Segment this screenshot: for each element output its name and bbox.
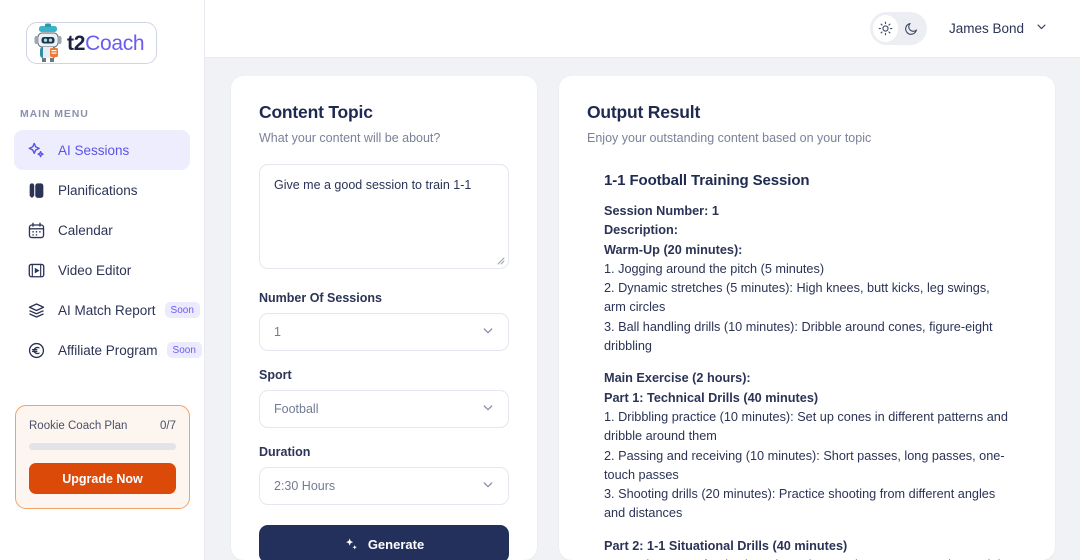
select-value: Football <box>274 402 319 416</box>
layers-icon <box>26 300 46 320</box>
field-label-sessions: Number Of Sessions <box>259 291 382 305</box>
euro-circle-icon <box>26 340 46 360</box>
sun-icon[interactable] <box>872 15 899 42</box>
output-line: 3. Ball handling drills (10 minutes): Dr… <box>604 319 993 354</box>
output-line: 2. Dynamic stretches (5 minutes): High k… <box>604 281 990 315</box>
output-doc-title: 1-1 Football Training Session <box>604 172 810 189</box>
sidebar-item-label: Affiliate Program <box>58 342 158 358</box>
content-area: Content Topic What your content will be … <box>205 58 1080 560</box>
theme-toggle[interactable] <box>869 12 927 45</box>
field-label-duration: Duration <box>259 445 311 459</box>
sidebar-item-affiliate-program[interactable]: Affiliate Program Soon <box>14 330 202 370</box>
logo-text-primary: t2 <box>67 31 86 55</box>
output-line: 2. Passing and receiving (10 minutes): S… <box>604 448 1005 482</box>
sidebar-item-label: AI Match Report <box>58 302 156 318</box>
sidebar-item-label: Planifications <box>58 182 138 198</box>
sidebar-item-label: Video Editor <box>58 262 132 278</box>
chevron-down-icon <box>481 324 495 341</box>
output-spacer <box>604 356 1013 369</box>
logo-text-secondary: Coach <box>85 31 145 55</box>
moon-icon[interactable] <box>898 15 924 42</box>
panel-subtitle: What your content will be about? <box>259 131 441 145</box>
sidebar-item-calendar[interactable]: Calendar <box>14 210 190 250</box>
plan-progress-bar <box>29 443 176 450</box>
plan-usage-count: 0/7 <box>160 420 176 432</box>
output-line: Session Number: 1 <box>604 204 719 218</box>
panel-title: Output Result <box>587 102 701 122</box>
sidebar-item-planifications[interactable]: Planifications <box>14 170 190 210</box>
sidebar-item-video-editor[interactable]: Video Editor <box>14 250 190 290</box>
number-of-sessions-select[interactable]: 1 <box>259 313 509 351</box>
sidebar-item-ai-match-report[interactable]: AI Match Report Soon <box>14 290 200 330</box>
content-topic-panel: Content Topic What your content will be … <box>231 76 537 560</box>
select-value: 1 <box>274 325 281 339</box>
logo-text: t2Coach <box>67 31 145 55</box>
output-spacer <box>604 524 1013 537</box>
sport-select[interactable]: Football <box>259 390 509 428</box>
output-document: 1-1 Football Training Session Session Nu… <box>587 172 1025 560</box>
output-line: 1. Dribbling practice (10 minutes): Set … <box>604 409 1008 444</box>
output-result-panel: Output Result Enjoy your outstanding con… <box>559 76 1055 560</box>
generate-button[interactable]: Generate <box>259 525 509 560</box>
topic-input-wrap <box>259 145 509 274</box>
robot-coach-mascot-icon <box>31 23 65 63</box>
sidebar-item-badge: Soon <box>166 342 202 358</box>
output-line: Part 1: Technical Drills (40 minutes) <box>604 390 819 405</box>
select-value: 2:30 Hours <box>274 479 336 493</box>
upgrade-card-header: Rookie Coach Plan 0/7 <box>29 420 176 432</box>
sidebar-nav: AI Sessions Planifications Calendar Vide… <box>0 130 204 370</box>
chevron-down-icon <box>481 401 495 418</box>
plan-name: Rookie Coach Plan <box>29 420 128 432</box>
sidebar-section-label: MAIN MENU <box>20 108 89 120</box>
film-strip-icon <box>26 260 46 280</box>
generate-button-label: Generate <box>367 536 425 552</box>
sparkles-icon <box>344 537 359 552</box>
output-line: Description: <box>604 223 679 238</box>
chevron-down-icon <box>1035 20 1048 38</box>
sidebar: t2Coach MAIN MENU AI Sessions Planificat… <box>0 0 205 560</box>
chevron-down-icon <box>481 478 495 495</box>
sparkles-icon <box>26 140 46 160</box>
app-root: t2Coach MAIN MENU AI Sessions Planificat… <box>0 0 1080 560</box>
output-line: Main Exercise (2 hours): <box>604 371 751 386</box>
sidebar-item-badge: Soon <box>164 302 200 318</box>
main-area: James Bond Content Topic What your conte… <box>205 0 1080 560</box>
output-line: Part 2: 1-1 Situational Drills (40 minut… <box>604 538 848 553</box>
calendar-icon <box>26 220 46 240</box>
output-line: 1. Jogging around the pitch (5 minutes) <box>604 261 825 276</box>
topbar: James Bond <box>205 0 1080 58</box>
output-line: 3. Shooting drills (20 minutes): Practic… <box>604 487 996 521</box>
sidebar-item-label: AI Sessions <box>58 142 130 158</box>
output-line: 1. Attacker vs. Defender (20 minutes): O… <box>604 556 1013 560</box>
user-name: James Bond <box>948 21 1024 36</box>
upgrade-now-button[interactable]: Upgrade Now <box>29 463 176 494</box>
upgrade-card: Rookie Coach Plan 0/7 Upgrade Now <box>15 405 190 509</box>
panel-subtitle: Enjoy your outstanding content based on … <box>587 131 872 145</box>
duration-select[interactable]: 2:30 Hours <box>259 467 509 505</box>
sidebar-item-label: Calendar <box>58 222 113 238</box>
panel-title: Content Topic <box>259 102 373 122</box>
pen-book-icon <box>26 180 46 200</box>
logo-box: t2Coach <box>26 22 158 64</box>
field-label-sport: Sport <box>259 368 292 382</box>
content-topic-textarea[interactable] <box>259 164 509 269</box>
output-line: Warm-Up (20 minutes): <box>604 242 743 257</box>
logo[interactable]: t2Coach <box>0 0 204 64</box>
sidebar-item-ai-sessions[interactable]: AI Sessions <box>14 130 190 170</box>
user-menu[interactable]: James Bond <box>949 20 1048 38</box>
